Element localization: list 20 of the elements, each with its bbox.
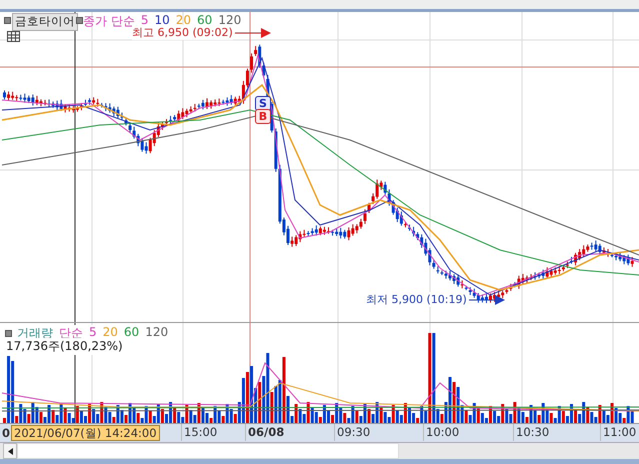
legend-label: 종가 단순 [83, 13, 135, 28]
axis-start-label: 0 [2, 426, 10, 440]
cursor-time-label: 2021/06/07(월) 14:24:00 [11, 425, 160, 441]
low-price-label: 최저 5,900 (10:19) [366, 292, 467, 307]
legend-period: 5 [140, 13, 148, 28]
legend-period: 10 [154, 13, 170, 28]
legend-period: 60 [197, 13, 212, 28]
high-price-label: 최고 6,950 (09:02) [132, 25, 233, 40]
time-tick-label: 15:00 [181, 424, 218, 441]
time-tick-label: 11:00 [600, 424, 636, 441]
time-tick-label: 06/08 [245, 424, 284, 441]
buy-signal-marker: B [255, 109, 271, 124]
legend-period: 20 [176, 13, 192, 28]
sell-signal-marker: S [255, 96, 271, 111]
stock-name-button[interactable]: 금호타이어 [12, 13, 78, 31]
volume-reading: 17,736주(180,23%) [6, 338, 123, 355]
time-tick-label: 10:00 [423, 424, 460, 441]
time-tick-label: 09:30 [334, 424, 370, 441]
time-tick-label: 10:30 [513, 424, 550, 441]
legend-period: 120 [218, 13, 242, 28]
